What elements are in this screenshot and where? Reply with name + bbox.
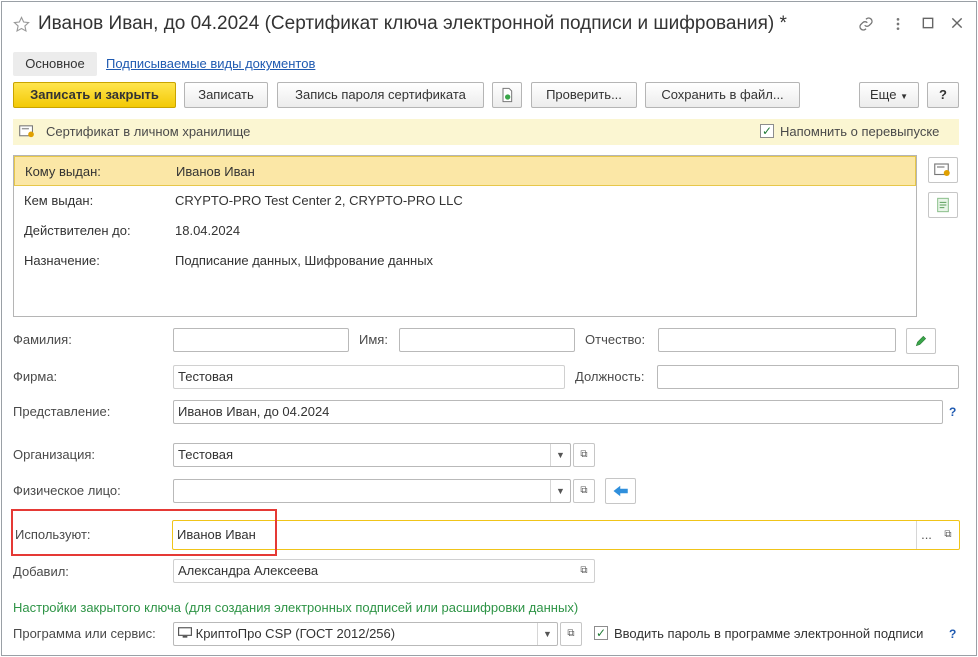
- remind-label: Напомнить о перевыпуске: [780, 124, 940, 139]
- maximize-icon[interactable]: [919, 16, 937, 34]
- chevron-down-icon[interactable]: ▼: [550, 444, 570, 466]
- presentation-label: Представление:: [13, 404, 111, 419]
- chevron-down-icon[interactable]: ▼: [550, 480, 570, 502]
- firm-label: Фирма:: [13, 369, 58, 384]
- certificate-details: Кому выдан: Иванов Иван Кем выдан: CRYPT…: [13, 155, 917, 317]
- more-label: Еще: [870, 87, 897, 102]
- info-bar: Сертификат в личном хранилище ✓ Напомнит…: [13, 119, 959, 145]
- presentation-input[interactable]: Иванов Иван, до 04.2024: [173, 400, 943, 424]
- highlight-annotation: [11, 509, 277, 556]
- program-value: КриптоПро CSP (ГОСТ 2012/256): [195, 626, 396, 641]
- surname-label: Фамилия:: [13, 332, 72, 347]
- open-window-icon[interactable]: ⧉: [574, 560, 594, 582]
- ellipsis-button[interactable]: ...: [916, 521, 936, 549]
- organization-input[interactable]: Тестовая ▼: [173, 443, 571, 467]
- surname-input[interactable]: [173, 328, 349, 352]
- users-input[interactable]: Иванов Иван ... ⧉: [172, 520, 960, 550]
- cert-label: Действителен до:: [24, 223, 131, 238]
- cert-value: 18.04.2024: [175, 223, 241, 238]
- added-value: Александра Алексеева: [178, 563, 319, 578]
- edit-name-button[interactable]: [906, 328, 936, 354]
- individual-label: Физическое лицо:: [13, 483, 121, 498]
- window-title: Иванов Иван, до 04.2024 (Сертификат ключ…: [38, 13, 787, 34]
- cert-password-button[interactable]: Запись пароля сертификата: [277, 82, 484, 108]
- caret-down-icon: ▼: [900, 92, 908, 101]
- organization-label: Организация:: [13, 447, 96, 462]
- patronymic-input[interactable]: [658, 328, 896, 352]
- open-program-button[interactable]: ⧉: [560, 622, 582, 646]
- document-green-icon: [929, 197, 950, 216]
- name-label: Имя:: [359, 332, 388, 347]
- refresh-button[interactable]: [492, 82, 522, 108]
- private-key-section-title: Настройки закрытого ключа (для создания …: [13, 600, 579, 615]
- individual-input[interactable]: ▼: [173, 479, 571, 503]
- close-icon[interactable]: [948, 16, 966, 34]
- position-input[interactable]: [657, 365, 959, 389]
- pencil-icon: [914, 335, 928, 351]
- view-certificate-button[interactable]: [928, 157, 958, 183]
- table-row[interactable]: Кем выдан: CRYPTO-PRO Test Center 2, CRY…: [14, 186, 916, 216]
- arrow-left-icon: [612, 485, 630, 501]
- save-button[interactable]: Записать: [184, 82, 268, 108]
- favorite-star-icon[interactable]: [13, 16, 30, 36]
- enter-password-checkbox[interactable]: ✓: [594, 626, 608, 640]
- added-label: Добавил:: [13, 564, 69, 579]
- name-input[interactable]: [399, 328, 575, 352]
- certificate-window: Иванов Иван, до 04.2024 (Сертификат ключ…: [1, 1, 977, 656]
- link-icon[interactable]: [857, 16, 875, 34]
- program-label: Программа или сервис:: [13, 626, 156, 641]
- chevron-down-icon[interactable]: ▼: [537, 623, 557, 645]
- open-organization-button[interactable]: ⧉: [573, 443, 595, 467]
- organization-value: Тестовая: [178, 447, 234, 462]
- table-row[interactable]: Действителен до: 18.04.2024: [14, 216, 916, 246]
- more-vertical-icon[interactable]: [889, 16, 907, 34]
- cert-value: Иванов Иван: [176, 164, 255, 179]
- table-row[interactable]: Назначение: Подписание данных, Шифровани…: [14, 246, 916, 276]
- program-input[interactable]: КриптоПро CSP (ГОСТ 2012/256) ▼: [173, 622, 558, 646]
- open-individual-button[interactable]: ⧉: [573, 479, 595, 503]
- cert-value: Подписание данных, Шифрование данных: [175, 253, 434, 268]
- open-window-icon[interactable]: ⧉: [937, 521, 959, 549]
- refresh-doc-icon: [499, 87, 515, 106]
- cert-label: Кому выдан:: [25, 164, 101, 179]
- cert-label: Назначение:: [24, 253, 100, 268]
- certificate-view-icon: [929, 163, 952, 181]
- remind-checkbox[interactable]: ✓: [760, 124, 774, 138]
- enter-password-label: Вводить пароль в программе электронной п…: [614, 626, 924, 641]
- table-row[interactable]: Кому выдан: Иванов Иван: [14, 156, 916, 186]
- monitor-icon: [178, 626, 196, 641]
- patronymic-label: Отчество:: [585, 332, 646, 347]
- cert-label: Кем выдан:: [24, 193, 94, 208]
- fill-individual-button[interactable]: [605, 478, 636, 504]
- open-window-icon: ⧉: [580, 485, 588, 496]
- certificate-document-button[interactable]: [928, 192, 958, 218]
- tab-main[interactable]: Основное: [13, 52, 97, 76]
- open-window-icon: ⧉: [567, 628, 575, 639]
- save-to-file-button[interactable]: Сохранить в файл...: [645, 82, 800, 108]
- tab-signed-doc-types[interactable]: Подписываемые виды документов: [106, 56, 315, 71]
- certificate-store-icon: [19, 124, 36, 142]
- info-bar-text: Сертификат в личном хранилище: [46, 124, 251, 139]
- check-button[interactable]: Проверить...: [531, 82, 637, 108]
- position-label: Должность:: [575, 369, 645, 384]
- firm-input[interactable]: Тестовая: [173, 365, 565, 389]
- added-input[interactable]: Александра Алексеева ⧉: [173, 559, 595, 583]
- open-window-icon: ⧉: [580, 449, 588, 460]
- help-question-icon[interactable]: ?: [949, 405, 956, 419]
- cert-value: CRYPTO-PRO Test Center 2, CRYPTO-PRO LLC: [175, 193, 463, 208]
- help-question-icon[interactable]: ?: [949, 627, 956, 641]
- help-button[interactable]: ?: [927, 82, 959, 108]
- save-close-button[interactable]: Записать и закрыть: [13, 82, 176, 108]
- more-button[interactable]: Еще ▼: [859, 82, 919, 108]
